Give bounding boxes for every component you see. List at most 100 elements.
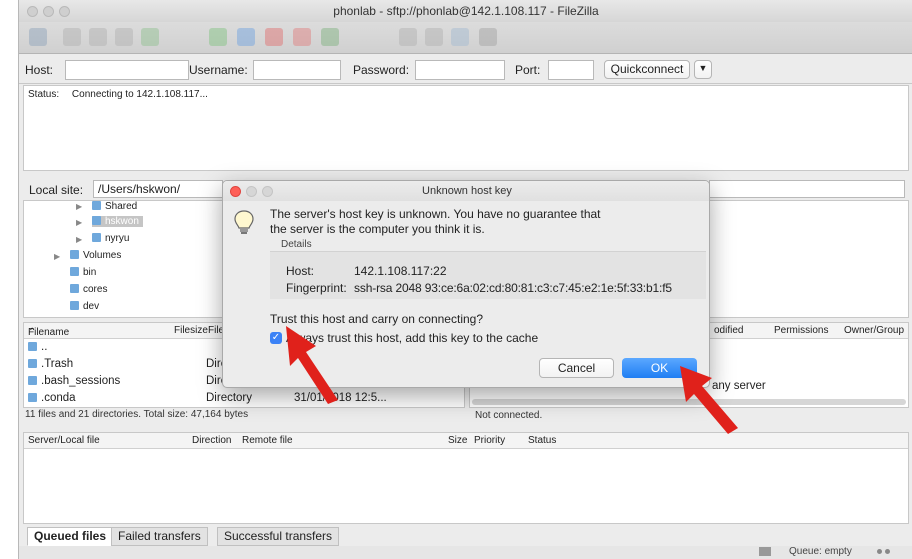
tree-item-dev[interactable]: dev: [70, 301, 99, 312]
site-manager-icon[interactable]: [29, 28, 47, 46]
folder-icon: [28, 342, 37, 351]
password-input[interactable]: [415, 60, 505, 80]
search-remote-icon[interactable]: [479, 28, 497, 46]
column-modified[interactable]: odified: [714, 325, 743, 336]
column-server-local-file[interactable]: Server/Local file: [28, 435, 100, 446]
message-log[interactable]: Status: Connecting to 142.1.108.117...: [23, 85, 909, 171]
cancel-button[interactable]: Cancel: [539, 358, 614, 378]
tree-item-shared[interactable]: Shared: [92, 201, 137, 212]
cancel-operation-icon[interactable]: [265, 28, 283, 46]
column-remote-file[interactable]: Remote file: [242, 435, 293, 446]
folder-icon: [92, 233, 101, 242]
tab-successful-transfers[interactable]: Successful transfers: [217, 527, 340, 546]
tab-queued-files[interactable]: Queued files: [27, 527, 114, 546]
column-direction[interactable]: Direction: [192, 435, 231, 446]
refresh-icon[interactable]: [141, 28, 159, 46]
close-window-button[interactable]: [27, 6, 38, 17]
list-item[interactable]: .bash_sessions: [28, 375, 120, 387]
list-item[interactable]: ..: [28, 341, 47, 353]
local-summary: 11 files and 21 directories. Total size:…: [25, 409, 249, 420]
queue-tabs: Queued files Failed transfers Successful…: [19, 526, 912, 546]
filter-icon[interactable]: [399, 28, 417, 46]
tree-item-hskwon[interactable]: hskwon: [92, 216, 143, 227]
toolbar: [19, 22, 912, 54]
username-input[interactable]: [253, 60, 341, 80]
folder-icon: [70, 267, 79, 276]
queue-header: Server/Local file Direction Remote file …: [24, 433, 908, 449]
sort-ascending-icon: ⌃: [28, 327, 37, 338]
log-status-label: Status:: [28, 89, 60, 100]
window-titlebar: phonlab - sftp://phonlab@142.1.108.117 -…: [19, 0, 912, 22]
dialog-zoom-button: [262, 186, 273, 197]
tree-item-cores[interactable]: cores: [70, 284, 107, 295]
expand-arrow-icon[interactable]: ▶: [76, 235, 82, 244]
folder-icon: [28, 393, 37, 402]
username-label: Username:: [189, 63, 248, 77]
fingerprint-label: Fingerprint:: [286, 281, 347, 295]
fingerprint-value: ssh-rsa 2048 93:ce:6a:02:cd:80:81:c3:c7:…: [354, 281, 672, 295]
remote-status: Not connected.: [475, 410, 543, 421]
transfer-icon[interactable]: [237, 28, 255, 46]
toggle-log-icon[interactable]: [63, 28, 81, 46]
remote-site-path-input[interactable]: [709, 180, 905, 198]
transfer-queue[interactable]: Server/Local file Direction Remote file …: [23, 432, 909, 524]
minimize-window-button[interactable]: [43, 6, 54, 17]
log-row: Status: Connecting to 142.1.108.117...: [28, 89, 208, 100]
always-trust-checkbox[interactable]: ✓: [270, 332, 282, 344]
details-panel: Host: 142.1.108.117:22 Fingerprint: ssh-…: [270, 251, 706, 299]
tree-item-volumes[interactable]: Volumes: [70, 250, 121, 261]
expand-arrow-icon[interactable]: ▶: [76, 202, 82, 211]
port-input[interactable]: [548, 60, 594, 80]
folder-icon: [70, 284, 79, 293]
folder-icon: [70, 250, 79, 259]
details-label: Details: [281, 239, 312, 250]
process-queue-icon[interactable]: [209, 28, 227, 46]
expand-arrow-icon[interactable]: ▶: [76, 218, 82, 227]
activity-led-icon: [877, 549, 882, 554]
checkmark-icon: ✓: [271, 332, 281, 343]
red-arrow-icon: [286, 326, 338, 404]
host-input[interactable]: [65, 60, 189, 80]
queue-status: Queue: empty: [789, 546, 852, 557]
status-bar: Queue: empty: [19, 546, 912, 559]
quickconnect-button[interactable]: Quickconnect: [604, 60, 690, 79]
column-filesize[interactable]: Filesize: [174, 325, 208, 336]
list-item[interactable]: .Trash: [28, 358, 73, 370]
list-item[interactable]: .conda: [28, 392, 76, 404]
reconnect-icon[interactable]: [321, 28, 339, 46]
expand-arrow-icon[interactable]: ▶: [54, 252, 60, 261]
log-message: Connecting to 142.1.108.117...: [71, 89, 208, 100]
file-type-cell: Directory: [206, 392, 253, 404]
port-label: Port:: [515, 63, 541, 77]
host-key-label: Host:: [286, 264, 315, 278]
column-priority[interactable]: Priority: [474, 435, 505, 446]
column-status[interactable]: Status: [528, 435, 556, 446]
folder-icon: [70, 301, 79, 310]
dialog-message-line2: the server is the computer you think it …: [270, 222, 485, 236]
quickconnect-bar: Host: Username: Password: Port: Quickcon…: [19, 54, 912, 84]
zoom-window-button[interactable]: [59, 6, 70, 17]
sync-browse-icon[interactable]: [451, 28, 469, 46]
column-owner-group[interactable]: Owner/Group: [844, 325, 904, 336]
lightbulb-icon: [234, 210, 254, 234]
folder-icon: [28, 359, 37, 368]
chevron-down-icon: ▼: [698, 63, 708, 73]
compare-icon[interactable]: [425, 28, 443, 46]
activity-led-icon: [885, 549, 890, 554]
tab-failed-transfers[interactable]: Failed transfers: [111, 527, 208, 546]
column-size[interactable]: Size: [448, 435, 467, 446]
folder-icon: [92, 216, 101, 225]
local-site-path-input[interactable]: /Users/hskwon/: [93, 180, 223, 198]
tree-item-bin[interactable]: bin: [70, 267, 96, 278]
dialog-close-button[interactable]: [230, 186, 241, 197]
toggle-queue-icon[interactable]: [115, 28, 133, 46]
column-permissions[interactable]: Permissions: [774, 325, 828, 336]
tree-item-nyryu[interactable]: nyryu: [92, 233, 129, 244]
dialog-title: Unknown host key: [422, 185, 512, 197]
password-label: Password:: [353, 63, 410, 77]
local-site-label: Local site:: [29, 183, 84, 197]
quickconnect-history-button[interactable]: ▼: [694, 60, 712, 79]
disconnect-icon[interactable]: [293, 28, 311, 46]
toggle-tree-icon[interactable]: [89, 28, 107, 46]
host-key-value: 142.1.108.117:22: [354, 264, 447, 278]
